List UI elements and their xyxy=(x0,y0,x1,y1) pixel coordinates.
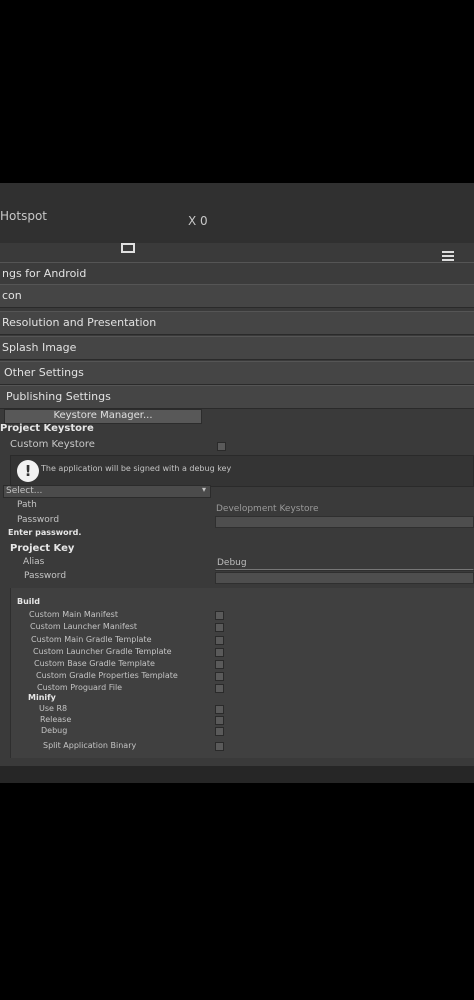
custom-base-gradle-label: Custom Base Gradle Template xyxy=(34,659,155,668)
alias-label: Alias xyxy=(23,557,45,567)
keystore-password-label: Password xyxy=(17,515,60,525)
custom-proguard-label: Custom Proguard File xyxy=(37,683,123,692)
debug-key-info-box: ! The application will be signed with a … xyxy=(10,455,474,487)
editor-top-bar xyxy=(0,183,474,243)
project-key-title: Project Key xyxy=(10,543,75,554)
custom-keystore-checkbox[interactable] xyxy=(217,442,226,451)
split-binary-checkbox[interactable] xyxy=(215,742,224,751)
use-r8-label: Use R8 xyxy=(39,704,68,713)
chevron-down-icon: ▾ xyxy=(202,485,207,494)
minify-title: Minify xyxy=(28,693,56,702)
split-binary-label: Split Application Binary xyxy=(43,741,137,750)
debug-checkbox[interactable] xyxy=(215,727,224,736)
key-password-label: Password xyxy=(24,571,67,581)
release-label: Release xyxy=(40,715,72,724)
hotspot-tab[interactable]: Hotspot xyxy=(0,209,47,223)
monitor-bezel-strip xyxy=(0,766,474,783)
custom-proguard-checkbox[interactable] xyxy=(215,684,224,693)
publishing-settings-section[interactable]: Publishing Settings xyxy=(0,385,474,409)
info-icon: ! xyxy=(17,460,39,482)
resolution-section[interactable]: Resolution and Presentation xyxy=(0,311,474,335)
use-r8-checkbox[interactable] xyxy=(215,705,224,714)
key-password-input[interactable] xyxy=(215,572,474,584)
icon-section[interactable]: con xyxy=(0,284,474,308)
custom-main-gradle-label: Custom Main Gradle Template xyxy=(31,635,152,644)
custom-main-manifest-checkbox[interactable] xyxy=(215,611,224,620)
debug-label: Debug xyxy=(41,726,68,735)
unity-editor-screen: Hotspot X 0 ngs for Android con Resoluti… xyxy=(0,183,474,783)
xo-readout: X 0 xyxy=(188,214,208,228)
keystore-select-dropdown[interactable]: Select... ▾ xyxy=(3,485,211,498)
release-checkbox[interactable] xyxy=(215,716,224,725)
custom-main-gradle-checkbox[interactable] xyxy=(215,636,224,645)
keystore-password-input[interactable] xyxy=(215,516,474,528)
select-label: Select... xyxy=(6,486,43,496)
custom-keystore-label: Custom Keystore xyxy=(10,439,95,450)
splash-image-section[interactable]: Splash Image xyxy=(0,336,474,360)
keystore-manager-button[interactable]: Keystore Manager... xyxy=(4,409,202,424)
path-label: Path xyxy=(17,500,37,510)
custom-main-manifest-label: Custom Main Manifest xyxy=(29,610,118,619)
alias-value[interactable]: Debug xyxy=(217,558,247,568)
path-value: Development Keystore xyxy=(216,504,319,514)
monitor-icon[interactable] xyxy=(121,243,135,253)
settings-for-android-header: ngs for Android xyxy=(0,262,474,286)
project-keystore-title: Project Keystore xyxy=(0,423,94,434)
info-message: The application will be signed with a de… xyxy=(41,464,232,473)
build-title: Build xyxy=(17,597,41,606)
custom-launcher-gradle-label: Custom Launcher Gradle Template xyxy=(33,647,172,656)
enter-password-hint: Enter password. xyxy=(8,528,82,537)
other-settings-section[interactable]: Other Settings xyxy=(0,361,474,385)
custom-base-gradle-checkbox[interactable] xyxy=(215,660,224,669)
custom-launcher-gradle-checkbox[interactable] xyxy=(215,648,224,657)
custom-gradle-properties-label: Custom Gradle Properties Template xyxy=(36,671,178,680)
custom-launcher-manifest-label: Custom Launcher Manifest xyxy=(30,622,138,631)
alias-dropdown-line xyxy=(215,569,474,571)
custom-gradle-properties-checkbox[interactable] xyxy=(215,672,224,681)
custom-launcher-manifest-checkbox[interactable] xyxy=(215,623,224,632)
